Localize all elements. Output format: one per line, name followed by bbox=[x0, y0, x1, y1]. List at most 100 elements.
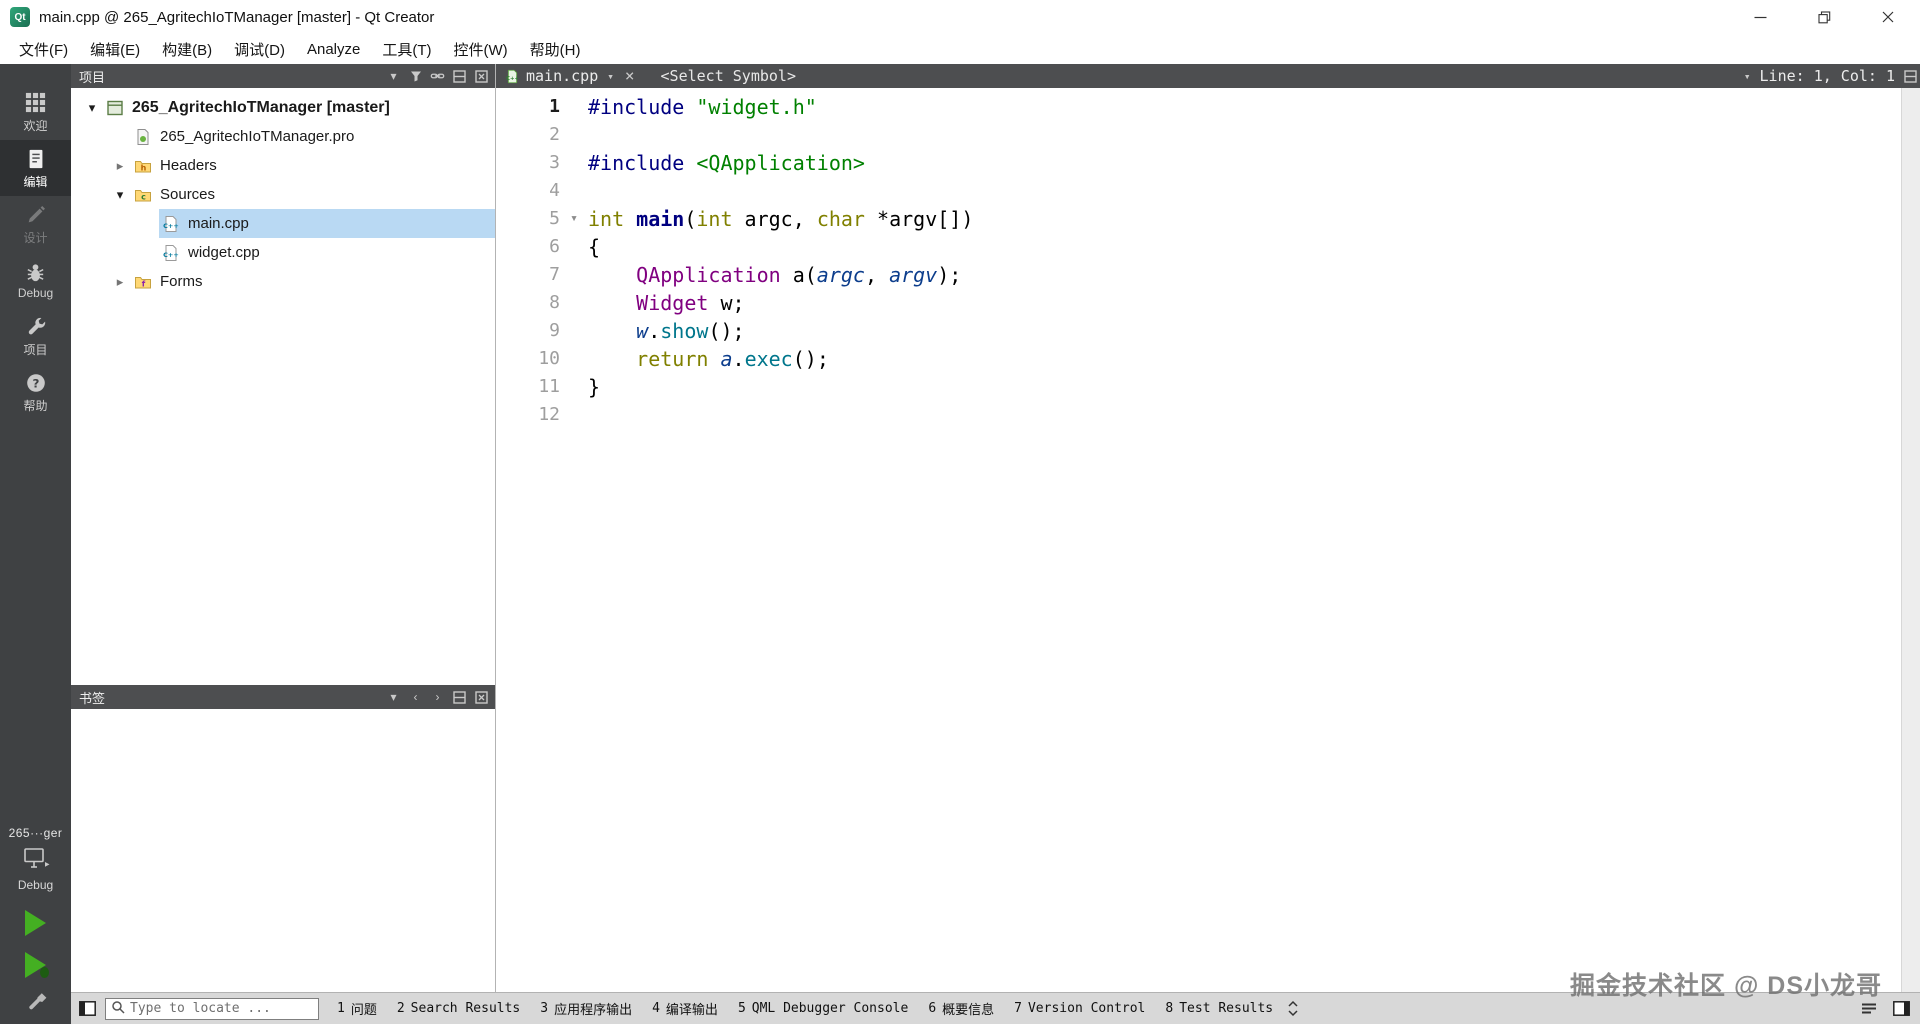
code-text[interactable]: #include <QApplication> bbox=[588, 149, 1901, 177]
tree-item-body[interactable]: C++ main.cpp bbox=[159, 209, 495, 238]
line-number: 5 bbox=[549, 208, 560, 229]
code-text[interactable] bbox=[588, 121, 1901, 149]
fold-marker-icon[interactable]: ▾ bbox=[560, 205, 588, 233]
debug-run-button[interactable] bbox=[19, 948, 53, 982]
code-token: } bbox=[588, 375, 601, 399]
toggle-right-sidebar-icon[interactable] bbox=[1893, 1001, 1910, 1016]
tree-expand-icon[interactable]: ▸ bbox=[109, 274, 131, 290]
tree-item-body[interactable]: f Forms bbox=[131, 267, 495, 296]
next-bookmark-icon[interactable]: › bbox=[430, 689, 445, 705]
build-button[interactable] bbox=[19, 990, 53, 1020]
menu-item[interactable]: 调试(D) bbox=[223, 35, 296, 64]
menu-item[interactable]: 文件(F) bbox=[8, 35, 79, 64]
output-pane-button[interactable]: 5 QML Debugger Console bbox=[738, 1001, 908, 1016]
code-text[interactable]: QApplication a(argc, argv); bbox=[588, 261, 1901, 289]
profile-icon bbox=[133, 128, 153, 146]
code-text[interactable]: Widget w; bbox=[588, 289, 1901, 317]
tree-expand-icon[interactable]: ▾ bbox=[109, 187, 131, 203]
output-pane-button[interactable]: 1 问题 bbox=[337, 999, 377, 1018]
tree-row[interactable]: ▸ h Headers bbox=[71, 151, 495, 180]
tree-item-body[interactable]: C++ widget.cpp bbox=[159, 238, 495, 267]
mode-item-wrench[interactable]: 项目 bbox=[0, 308, 71, 364]
code-line: 11} bbox=[496, 373, 1901, 401]
code-token: ( bbox=[684, 207, 697, 231]
mode-item-grid[interactable]: 欢迎 bbox=[0, 84, 71, 140]
mode-item-bug[interactable]: Debug bbox=[0, 252, 71, 308]
line-number: 12 bbox=[538, 404, 560, 425]
menu-item[interactable]: 工具(T) bbox=[371, 35, 442, 64]
output-pane-label: 概要信息 bbox=[942, 1003, 995, 1018]
code-line: 9 w.show(); bbox=[496, 317, 1901, 345]
locator-placeholder: Type to locate ... bbox=[130, 1001, 271, 1016]
filter-icon[interactable] bbox=[408, 68, 423, 84]
minimize-button[interactable] bbox=[1728, 0, 1792, 34]
menu-item[interactable]: 帮助(H) bbox=[519, 35, 592, 64]
close-pane-icon[interactable] bbox=[474, 68, 489, 84]
code-text[interactable]: w.show(); bbox=[588, 317, 1901, 345]
output-pane-button[interactable]: 6 概要信息 bbox=[928, 999, 994, 1018]
restore-button[interactable] bbox=[1792, 0, 1856, 34]
toggle-left-sidebar-icon[interactable] bbox=[79, 1001, 96, 1016]
menu-bar: 文件(F) 编辑(E) 构建(B) 调试(D) Analyze 工具(T) 控件(W) 帮助(… bbox=[0, 34, 1920, 64]
output-pane-button[interactable]: 7 Version Control bbox=[1014, 1001, 1145, 1016]
tree-item-body[interactable]: h Headers bbox=[131, 151, 495, 180]
mode-item-help[interactable]: ? 帮助 bbox=[0, 364, 71, 420]
code-editor[interactable]: 1 #include "widget.h" 2 3 #include <QApplica… bbox=[496, 88, 1901, 992]
close-document-icon[interactable]: × bbox=[625, 68, 635, 84]
tree-row[interactable]: 265_AgritechIoTManager.pro bbox=[71, 122, 495, 151]
editor-scrollbar[interactable] bbox=[1901, 88, 1920, 992]
tree-item-body[interactable]: 265_AgritechIoTManager [master] bbox=[103, 93, 495, 122]
kit-selector-button[interactable] bbox=[22, 846, 50, 876]
pane-dropdown-icon[interactable]: ▾ bbox=[386, 689, 401, 705]
code-text[interactable]: } bbox=[588, 373, 1901, 401]
output-pane-button[interactable]: 3 应用程序输出 bbox=[540, 999, 632, 1018]
menu-item[interactable]: 构建(B) bbox=[151, 35, 223, 64]
code-text[interactable]: #include "widget.h" bbox=[588, 93, 1901, 121]
code-text[interactable]: { bbox=[588, 233, 1901, 261]
open-document-selector[interactable]: main.cpp bbox=[526, 67, 598, 85]
mode-item-edit[interactable]: 编辑 bbox=[0, 140, 71, 196]
code-token: #include bbox=[588, 151, 697, 175]
code-text[interactable] bbox=[588, 401, 1901, 429]
tree-item-body[interactable]: 265_AgritechIoTManager.pro bbox=[131, 122, 495, 151]
editor-panel: C++ main.cpp ▾ × <Select Symbol> ▾ Line:… bbox=[496, 64, 1920, 992]
code-text[interactable]: return a.exec(); bbox=[588, 345, 1901, 373]
output-pane-button[interactable]: 8 Test Results bbox=[1165, 1001, 1273, 1016]
split-pane-icon[interactable] bbox=[452, 689, 467, 705]
menu-item[interactable]: 控件(W) bbox=[443, 35, 519, 64]
tree-row[interactable]: C++ widget.cpp bbox=[71, 238, 495, 267]
code-text[interactable]: int main(int argc, char *argv[]) bbox=[588, 205, 1901, 233]
bug-icon bbox=[24, 260, 48, 284]
menu-item[interactable]: 编辑(E) bbox=[79, 35, 151, 64]
previous-bookmark-icon[interactable]: ‹ bbox=[408, 689, 423, 705]
tree-row[interactable]: C++ main.cpp bbox=[71, 209, 495, 238]
tree-expand-icon[interactable]: ▾ bbox=[81, 100, 103, 116]
locator-input[interactable]: Type to locate ... bbox=[105, 997, 319, 1020]
line-number: 8 bbox=[549, 292, 560, 313]
run-button[interactable] bbox=[19, 906, 53, 940]
tree-expand-icon[interactable]: ▸ bbox=[109, 158, 131, 174]
output-pane-button[interactable]: 4 编译输出 bbox=[652, 999, 718, 1018]
split-editor-icon[interactable] bbox=[1904, 69, 1917, 83]
output-pane-button[interactable]: 2 Search Results bbox=[397, 1001, 520, 1016]
tree-row[interactable]: ▾ 265_AgritechIoTManager [master] bbox=[71, 93, 495, 122]
close-pane-icon[interactable] bbox=[474, 689, 489, 705]
tree-row[interactable]: ▸ f Forms bbox=[71, 267, 495, 296]
toolbar-overflow-icon[interactable]: ▾ bbox=[1744, 70, 1751, 83]
tree-item-body[interactable]: c Sources bbox=[131, 180, 495, 209]
document-dropdown-icon[interactable]: ▾ bbox=[607, 70, 614, 83]
code-text[interactable] bbox=[588, 177, 1901, 205]
split-pane-icon[interactable] bbox=[452, 68, 467, 84]
sync-with-editor-icon[interactable] bbox=[430, 68, 445, 84]
symbol-selector[interactable]: <Select Symbol> bbox=[661, 67, 796, 85]
svg-text:C++: C++ bbox=[505, 75, 518, 81]
output-panes-arrows-icon[interactable] bbox=[1287, 1000, 1299, 1017]
progress-details-icon[interactable] bbox=[1861, 1002, 1877, 1015]
pane-dropdown-icon[interactable]: ▾ bbox=[386, 68, 401, 84]
tree-row[interactable]: ▾ c Sources bbox=[71, 180, 495, 209]
menu-item[interactable]: Analyze bbox=[296, 37, 371, 62]
close-button[interactable] bbox=[1856, 0, 1920, 34]
